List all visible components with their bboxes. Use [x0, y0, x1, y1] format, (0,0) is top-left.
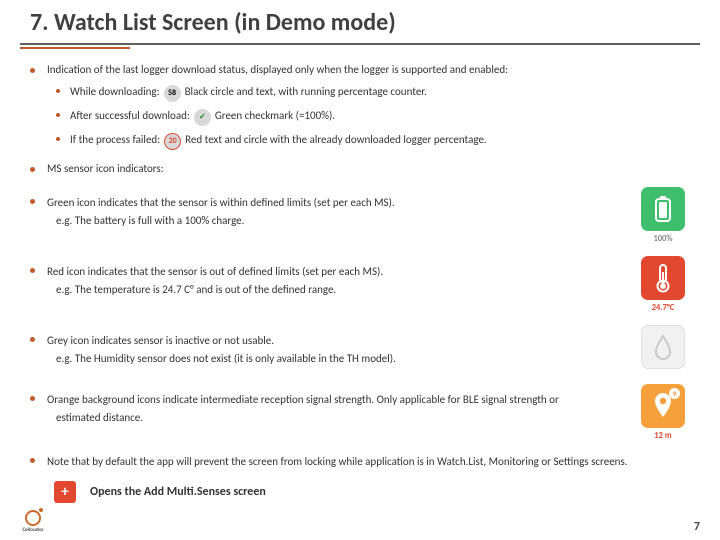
indicator-example: e.g. The battery is full with a 100% cha…: [56, 211, 630, 231]
indicator-example: e.g. The Humidity sensor does not exist …: [56, 349, 630, 369]
tile-battery: 100%: [640, 187, 686, 244]
indicator-text: Green icon indicates that the sensor is …: [47, 194, 395, 211]
add-row: + Opens the Add Multi.Senses screen: [54, 481, 690, 503]
page-number: 7: [694, 520, 700, 534]
checkmark-badge-icon: ✓: [194, 109, 211, 126]
logo-ring-icon: [25, 510, 41, 526]
indicator-text: Grey icon indicates sensor is inactive o…: [47, 332, 274, 349]
indicator-text: Red icon indicates that the sensor is ou…: [47, 263, 383, 280]
page-title: 7. Watch List Screen (in Demo mode): [30, 8, 690, 37]
sub-success: After successful download: ✓ Green check…: [56, 107, 690, 124]
error-badge-icon: 20: [164, 133, 181, 150]
bullet-dot-icon: [30, 458, 35, 463]
location-pin-icon: 9: [641, 384, 685, 428]
bullet-text: MS sensor icon indicators:: [47, 162, 164, 175]
logo: Cellocator: [20, 508, 46, 534]
logo-text: Cellocator: [23, 527, 44, 533]
sub-list: While downloading: 58 Black circle and t…: [56, 83, 690, 148]
mini-badge: 9: [669, 388, 680, 399]
indicator-red-row: Red icon indicates that the sensor is ou…: [30, 256, 690, 313]
bullet-dot-icon: [30, 396, 35, 401]
divider-dark: [20, 43, 700, 45]
sub-text-a: While downloading:: [70, 83, 160, 100]
add-button[interactable]: +: [54, 481, 76, 503]
tile-label: 100%: [640, 234, 686, 244]
tile-temperature: 24.7°C: [640, 256, 686, 313]
bullet-note: Note that by default the app will preven…: [30, 453, 690, 471]
indicator-text: Orange background icons indicate interme…: [47, 391, 559, 408]
thermometer-icon: [641, 256, 685, 300]
sub-text-b: Green checkmark (=100%).: [215, 107, 335, 124]
indicator-orange-row: Orange background icons indicate interme…: [30, 384, 690, 441]
bullet-dot-icon: [30, 167, 35, 172]
droplet-icon: [641, 325, 685, 369]
slide: 7. Watch List Screen (in Demo mode) Indi…: [0, 0, 720, 540]
tile-humidity: [640, 325, 686, 372]
progress-badge-icon: 58: [164, 85, 181, 102]
bullet-dot-icon: [56, 113, 60, 117]
indicator-green-row: Green icon indicates that the sensor is …: [30, 187, 690, 244]
bullet-dot-icon: [56, 89, 60, 93]
bullet-sensor-indicators: MS sensor icon indicators:: [30, 162, 690, 175]
bullet-download-status: Indication of the last logger download s…: [30, 63, 690, 76]
footer: Cellocator 7: [20, 508, 700, 534]
tile-label: 24.7°C: [640, 303, 686, 313]
sub-downloading: While downloading: 58 Black circle and t…: [56, 83, 690, 100]
indicator-example: e.g. The temperature is 24.7 C° and is o…: [56, 280, 630, 300]
bullet-dot-icon: [30, 268, 35, 273]
sub-text-b: Red text and circle with the already dow…: [185, 131, 487, 148]
indicator-grey-row: Grey icon indicates sensor is inactive o…: [30, 325, 690, 372]
content: Indication of the last logger download s…: [0, 49, 720, 503]
battery-icon: [641, 187, 685, 231]
bullet-dot-icon: [30, 68, 35, 73]
title-bar: 7. Watch List Screen (in Demo mode): [0, 0, 720, 43]
indicator-text-cont: estimated distance.: [56, 408, 630, 428]
note-text: Note that by default the app will preven…: [47, 453, 628, 471]
bullet-dot-icon: [30, 199, 35, 204]
add-label: Opens the Add Multi.Senses screen: [90, 485, 266, 499]
bullet-text: Indication of the last logger download s…: [47, 63, 508, 76]
sub-text-b: Black circle and text, with running perc…: [185, 83, 427, 100]
tile-label: 12 m: [640, 431, 686, 441]
sub-text-a: If the process failed:: [70, 131, 160, 148]
sub-failed: If the process failed: 20 Red text and c…: [56, 131, 690, 148]
bullet-dot-icon: [30, 337, 35, 342]
bullet-dot-icon: [56, 137, 60, 141]
tile-distance: 9 12 m: [640, 384, 686, 441]
sub-text-a: After successful download:: [70, 107, 190, 124]
